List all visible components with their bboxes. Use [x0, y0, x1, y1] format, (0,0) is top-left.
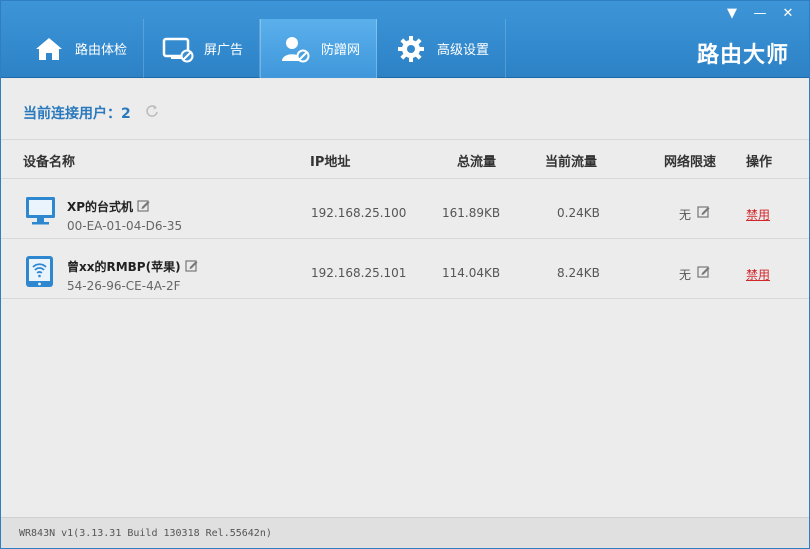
tab-label: 防蹭网	[321, 43, 361, 58]
tab-ad-block[interactable]: 屏广告	[144, 19, 261, 78]
edit-limit-icon[interactable]	[697, 265, 710, 281]
device-ip: 192.168.25.101	[311, 266, 407, 280]
menu-dropdown-icon[interactable]: ▼	[721, 4, 743, 22]
tab-router-check[interactable]: 路由体检	[15, 19, 145, 78]
tab-label: 屏广告	[204, 43, 244, 58]
tab-anti-leech[interactable]: 防蹭网	[260, 19, 378, 78]
device-current-traffic: 8.24KB	[557, 266, 600, 280]
brand-logo: 路由大师	[696, 43, 789, 68]
refresh-icon[interactable]	[145, 104, 159, 122]
tablet-wifi-icon	[25, 255, 55, 292]
column-header-total: 总流量	[457, 155, 497, 170]
gear-icon	[395, 33, 427, 65]
edit-limit-icon[interactable]	[697, 205, 710, 221]
device-speed-limit: 无	[679, 203, 710, 223]
column-header-current: 当前流量	[545, 155, 598, 170]
top-bar: ▼ — ✕ 路由体检 屏广告 防蹭网 高级设置 路由大师	[1, 1, 809, 78]
tab-label: 高级设置	[437, 43, 490, 58]
column-header-ip: IP地址	[310, 155, 351, 170]
device-current-traffic: 0.24KB	[557, 206, 600, 220]
column-header-device: 设备名称	[23, 155, 76, 170]
device-mac: 54-26-96-CE-4A-2F	[67, 279, 181, 293]
app-window: ▼ — ✕ 路由体检 屏广告 防蹭网 高级设置 路由大师 当前连接用户：2 设备…	[0, 0, 810, 549]
minimize-icon[interactable]: —	[749, 4, 771, 22]
main-content: 当前连接用户：2 设备名称 IP地址 总流量 当前流量 网络限速 操作 XP的台…	[1, 79, 809, 517]
device-name: 曾xx的RMBP(苹果)	[67, 258, 198, 275]
user-shield-icon	[279, 33, 311, 65]
home-icon	[33, 33, 65, 65]
disable-link[interactable]: 禁用	[746, 266, 770, 283]
table-row: XP的台式机 00-EA-01-04-D6-35 192.168.25.100 …	[1, 179, 809, 239]
edit-name-icon[interactable]	[184, 259, 198, 275]
device-table-header: 设备名称 IP地址 总流量 当前流量 网络限速 操作	[1, 139, 809, 179]
firmware-version: WR843N v1(3.13.31 Build 130318 Rel.55642…	[19, 528, 272, 539]
device-speed-limit: 无	[679, 263, 710, 283]
table-row: 曾xx的RMBP(苹果) 54-26-96-CE-4A-2F 192.168.2…	[1, 239, 809, 299]
close-icon[interactable]: ✕	[777, 4, 799, 22]
disable-link-text[interactable]: 禁用	[746, 268, 770, 282]
connected-users-label: 当前连接用户：2	[23, 106, 131, 122]
device-total-traffic: 114.04KB	[442, 266, 501, 280]
disable-link-text[interactable]: 禁用	[746, 208, 770, 222]
device-name: XP的台式机	[67, 198, 150, 215]
device-name-text: XP的台式机	[67, 200, 134, 214]
device-mac: 00-EA-01-04-D6-35	[67, 219, 183, 233]
speed-limit-value: 无	[679, 208, 692, 222]
column-header-action: 操作	[746, 155, 773, 170]
tab-advanced-settings[interactable]: 高级设置	[377, 19, 507, 78]
column-header-limit: 网络限速	[664, 155, 717, 170]
device-total-traffic: 161.89KB	[442, 206, 501, 220]
window-controls: ▼ — ✕	[721, 4, 799, 22]
tab-label: 路由体检	[75, 43, 128, 58]
device-ip: 192.168.25.100	[311, 206, 407, 220]
desktop-icon	[25, 195, 57, 230]
monitor-block-icon	[162, 33, 194, 65]
status-footer: WR843N v1(3.13.31 Build 130318 Rel.55642…	[1, 517, 809, 548]
device-name-text: 曾xx的RMBP(苹果)	[67, 260, 181, 274]
disable-link[interactable]: 禁用	[746, 206, 770, 223]
edit-name-icon[interactable]	[137, 199, 150, 215]
connected-users-summary: 当前连接用户：2	[23, 103, 159, 123]
speed-limit-value: 无	[679, 268, 692, 282]
main-tabs: 路由体检 屏广告 防蹭网 高级设置	[15, 19, 507, 78]
